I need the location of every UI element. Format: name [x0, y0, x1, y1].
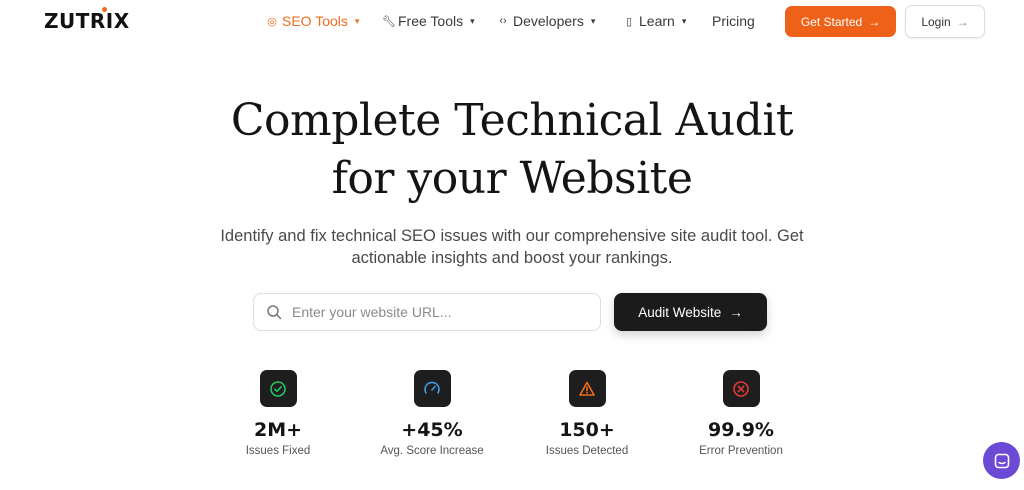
login-label: Login	[921, 14, 951, 29]
nav-item-developers[interactable]: ‹› Developers ▾	[497, 13, 595, 29]
audit-website-button[interactable]: Audit Website →	[614, 293, 767, 331]
stat-label: Issues Fixed	[245, 445, 311, 457]
chevron-down-icon: ▾	[590, 15, 596, 26]
top-navigation: ZUTRIX ◎ SEO Tools ▾ 🔧︎ Free Tools ▾ ‹› …	[0, 0, 1024, 42]
stat-issues-detected: 150+ Issues Detected	[512, 370, 662, 457]
arrow-right-icon: →	[729, 304, 743, 320]
brand-logo[interactable]: ZUTRIX	[44, 7, 130, 33]
title-line-1: Complete Technical Audit	[230, 95, 794, 146]
arrow-right-icon: →	[956, 14, 969, 29]
subtitle-line-2: actionable insights and boost your ranki…	[351, 249, 673, 267]
stat-badge	[568, 370, 606, 407]
url-search-box[interactable]	[253, 293, 601, 331]
nav-item-label: Developers	[513, 13, 584, 29]
chevron-down-icon: ▾	[470, 15, 475, 26]
chevron-down-icon: ▾	[681, 15, 687, 26]
hero-subtitle: Identify and fix technical SEO issues wi…	[212, 225, 812, 269]
stat-label: Error Prevention	[699, 445, 783, 457]
warning-triangle-icon	[579, 381, 595, 396]
target-icon: ◎	[267, 15, 277, 28]
nav-item-label: Learn	[639, 13, 675, 29]
nav-item-label: SEO Tools	[282, 13, 348, 29]
chat-widget-button[interactable]	[983, 442, 1020, 479]
login-button[interactable]: Login →	[905, 5, 985, 38]
subtitle-line-1: Identify and fix technical SEO issues wi…	[220, 227, 804, 245]
page-title: Complete Technical Audit for your Websit…	[0, 92, 1024, 208]
gauge-icon	[424, 381, 440, 394]
check-circle-icon	[270, 380, 286, 397]
nav-item-seo-tools[interactable]: ◎ SEO Tools ▾	[266, 13, 359, 29]
nav-item-pricing[interactable]: Pricing	[712, 13, 755, 29]
stat-value: 2M+	[253, 419, 303, 441]
stat-issues-fixed: 2M+ Issues Fixed	[203, 370, 353, 457]
audit-button-label: Audit Website	[638, 304, 722, 320]
nav-item-learn[interactable]: ▯ Learn ▾	[623, 13, 686, 29]
nav-item-label: Pricing	[712, 13, 755, 29]
get-started-button[interactable]: Get Started →	[785, 6, 896, 37]
nav-item-label: Free Tools	[398, 13, 464, 29]
stat-score-increase: +45% Avg. Score Increase	[357, 370, 507, 457]
website-url-input[interactable]	[292, 304, 582, 320]
get-started-label: Get Started	[800, 14, 863, 29]
stat-label: Avg. Score Increase	[380, 445, 484, 457]
x-circle-icon	[733, 380, 749, 397]
title-line-2: for your Website	[331, 153, 693, 204]
book-icon: ▯	[625, 15, 633, 28]
chat-icon	[994, 453, 1009, 468]
chevron-down-icon: ▾	[354, 15, 360, 26]
stat-label: Issues Detected	[545, 445, 629, 457]
code-icon: ‹›	[499, 15, 507, 27]
stat-value: 150+	[559, 419, 615, 441]
stat-badge	[722, 370, 760, 407]
wrench-icon: 🔧︎	[382, 15, 396, 28]
logo-accent-dot	[102, 7, 107, 12]
stat-value: 99.9%	[708, 419, 774, 441]
stat-badge	[413, 370, 451, 407]
logo-text: ZUTRIX	[44, 9, 130, 33]
stat-value: +45%	[401, 419, 463, 441]
nav-item-free-tools[interactable]: 🔧︎ Free Tools ▾	[382, 13, 475, 29]
arrow-right-icon: →	[868, 14, 881, 29]
search-icon	[267, 305, 282, 320]
stat-error-prevention: 99.9% Error Prevention	[666, 370, 816, 457]
stat-badge	[259, 370, 297, 407]
